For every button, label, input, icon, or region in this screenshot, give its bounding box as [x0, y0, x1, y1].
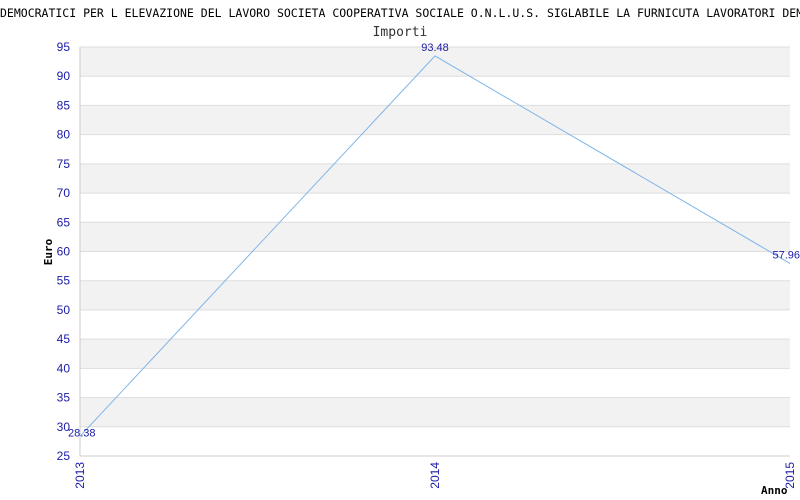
y-tick-label: 85 — [57, 98, 71, 112]
y-tick-label: 35 — [57, 391, 71, 405]
data-label: 57.96 — [772, 249, 800, 261]
x-axis-label: Anno — [761, 484, 788, 497]
y-tick-label: 60 — [57, 245, 71, 259]
y-tick-labels: 253035404550556065707580859095 — [57, 40, 71, 463]
grid-band — [80, 280, 790, 310]
data-label: 28.38 — [68, 427, 96, 439]
grid-band — [80, 105, 790, 135]
y-tick-label: 45 — [57, 332, 71, 346]
y-tick-label: 50 — [57, 303, 71, 317]
y-tick-label: 65 — [57, 215, 71, 229]
grid-bands — [80, 47, 790, 427]
x-tick-labels: 2013 2014 2015 — [73, 462, 797, 489]
grid-band — [80, 163, 790, 194]
y-tick-label: 40 — [57, 361, 71, 375]
y-axis-label: Euro — [42, 238, 55, 265]
line-chart: 253035404550556065707580859095 2013 2014 2… — [42, 40, 800, 497]
x-tick-label: 2014 — [428, 462, 442, 489]
grid-band — [80, 339, 790, 369]
y-tick-label: 95 — [57, 40, 71, 54]
grid-band — [80, 397, 790, 427]
x-tick-label: 2013 — [73, 462, 87, 489]
y-tick-label: 90 — [57, 69, 71, 83]
y-tick-label: 55 — [57, 274, 71, 288]
data-label: 93.48 — [421, 42, 449, 54]
grid-band — [80, 222, 790, 252]
y-tick-label: 70 — [57, 186, 71, 200]
y-tick-label: 80 — [57, 128, 71, 142]
y-tick-label: 75 — [57, 157, 71, 171]
y-tick-label: 25 — [57, 449, 71, 463]
